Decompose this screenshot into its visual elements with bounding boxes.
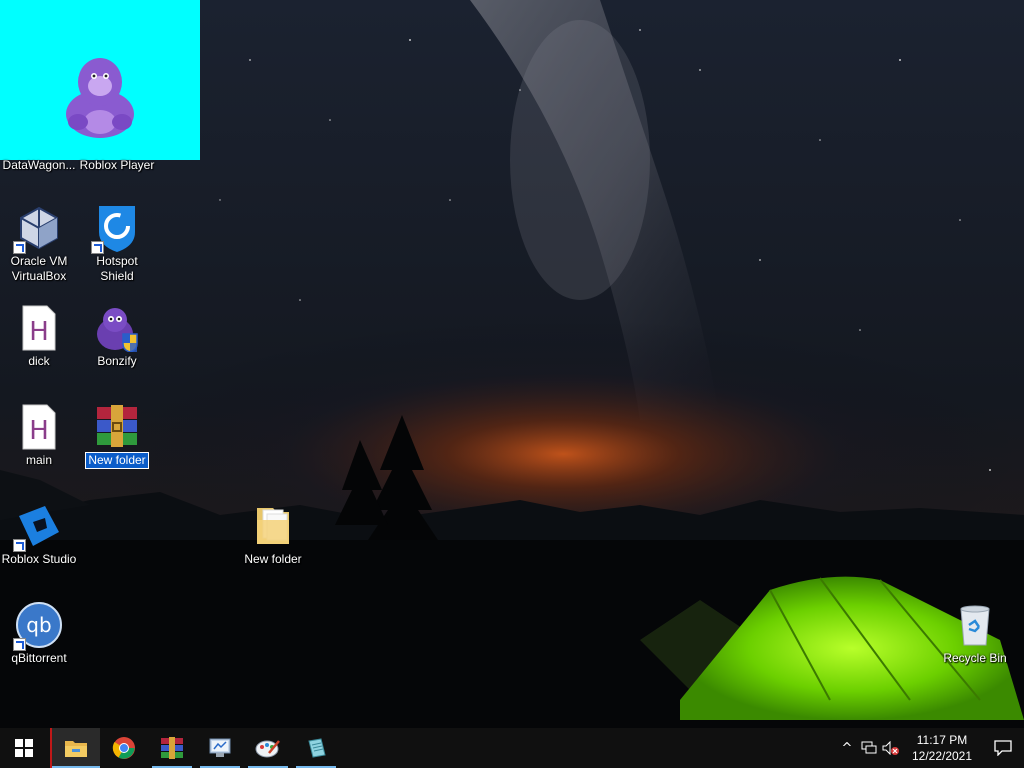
rename-text-field[interactable]: New folder xyxy=(85,452,149,469)
desktop-icon-recycle-bin[interactable]: Recycle Bin xyxy=(936,601,1014,666)
folder-icon xyxy=(249,502,297,550)
notification-icon xyxy=(994,740,1012,756)
shortcut-arrow-icon xyxy=(91,241,104,254)
taskbar-app-paint[interactable] xyxy=(244,728,292,768)
icon-label: qBittorrent xyxy=(11,651,67,665)
system-tray: ^ 11:17 PM 12/22/2021 xyxy=(836,728,1024,768)
svg-text:H: H xyxy=(29,317,49,347)
clock[interactable]: 11:17 PM 12/22/2021 xyxy=(902,732,982,764)
recycle-bin-icon xyxy=(951,601,999,649)
clock-time: 11:17 PM xyxy=(916,733,968,747)
icon-label: Roblox Player xyxy=(79,158,155,172)
start-button[interactable] xyxy=(0,728,48,768)
h-file-icon: H xyxy=(15,304,63,352)
icon-label: Roblox Studio xyxy=(1,552,77,566)
control-panel-icon xyxy=(209,738,231,757)
shortcut-arrow-icon xyxy=(13,539,26,552)
folder-icon xyxy=(65,741,87,757)
virtualbox-icon xyxy=(13,204,63,254)
desktop-icon-new-folder[interactable]: New folder xyxy=(234,502,312,567)
icon-label: main xyxy=(25,453,52,467)
icon-label: New folder xyxy=(244,552,302,566)
taskbar-app-control-panel[interactable] xyxy=(196,728,244,768)
desktop-icon-roblox-studio[interactable]: Roblox Studio xyxy=(0,502,78,567)
bonzi-gorilla-icon xyxy=(66,58,134,138)
windows-logo-icon xyxy=(15,739,33,757)
qbittorrent-icon: qb xyxy=(13,601,63,651)
volume-muted-icon[interactable] xyxy=(880,728,902,768)
desktop-icon-hotspot-shield[interactable]: Hotspot Shield xyxy=(78,204,156,284)
network-icon[interactable] xyxy=(858,728,880,768)
roblox-studio-icon xyxy=(13,502,63,552)
notepad-icon xyxy=(308,738,326,758)
desktop-icon-datawagon[interactable]: DataWagon... xyxy=(0,158,78,173)
desktop-icon-bonzify[interactable]: Bonzify xyxy=(78,304,156,369)
h-file-icon: H xyxy=(15,403,63,451)
icon-label: Oracle VM VirtualBox xyxy=(10,254,68,283)
show-hidden-icons-chevron-icon[interactable]: ^ xyxy=(836,728,858,768)
svg-text:H: H xyxy=(29,416,49,446)
desktop-icon-main-file[interactable]: H main xyxy=(0,403,78,468)
icon-label: DataWagon... xyxy=(2,158,76,172)
icon-label: Recycle Bin xyxy=(943,651,1007,665)
taskbar-app-notes[interactable] xyxy=(292,728,340,768)
desktop-icon-virtualbox[interactable]: Oracle VM VirtualBox xyxy=(0,204,78,284)
desktop-icon-winrar-new-folder[interactable]: New folder xyxy=(78,403,156,469)
bonzify-icon xyxy=(93,304,141,353)
winrar-archive-icon xyxy=(93,403,141,451)
desktop-icon-qbittorrent[interactable]: qb qBittorrent xyxy=(0,601,78,666)
bonzi-overlay-window[interactable] xyxy=(0,0,200,160)
winrar-icon xyxy=(161,737,183,759)
action-center-button[interactable] xyxy=(982,728,1024,768)
svg-text:qb: qb xyxy=(26,613,51,637)
shortcut-arrow-icon xyxy=(13,241,26,254)
taskbar-app-file-explorer[interactable] xyxy=(50,728,100,768)
chrome-icon xyxy=(112,737,135,759)
taskbar: ^ 11:17 PM 12/22/2021 xyxy=(0,728,1024,768)
icon-label: Bonzify xyxy=(97,354,137,368)
icon-label: dick xyxy=(28,354,50,368)
taskbar-app-winrar[interactable] xyxy=(148,728,196,768)
paint-icon xyxy=(255,740,280,758)
hotspot-shield-icon xyxy=(91,204,141,254)
clock-date: 12/22/2021 xyxy=(911,749,973,763)
icon-label: Hotspot Shield xyxy=(96,254,138,283)
desktop-icon-dick-file[interactable]: H dick xyxy=(0,304,78,369)
desktop-icon-roblox-player[interactable]: Roblox Player xyxy=(78,158,156,173)
taskbar-app-chrome[interactable] xyxy=(100,728,148,768)
shortcut-arrow-icon xyxy=(13,638,26,651)
